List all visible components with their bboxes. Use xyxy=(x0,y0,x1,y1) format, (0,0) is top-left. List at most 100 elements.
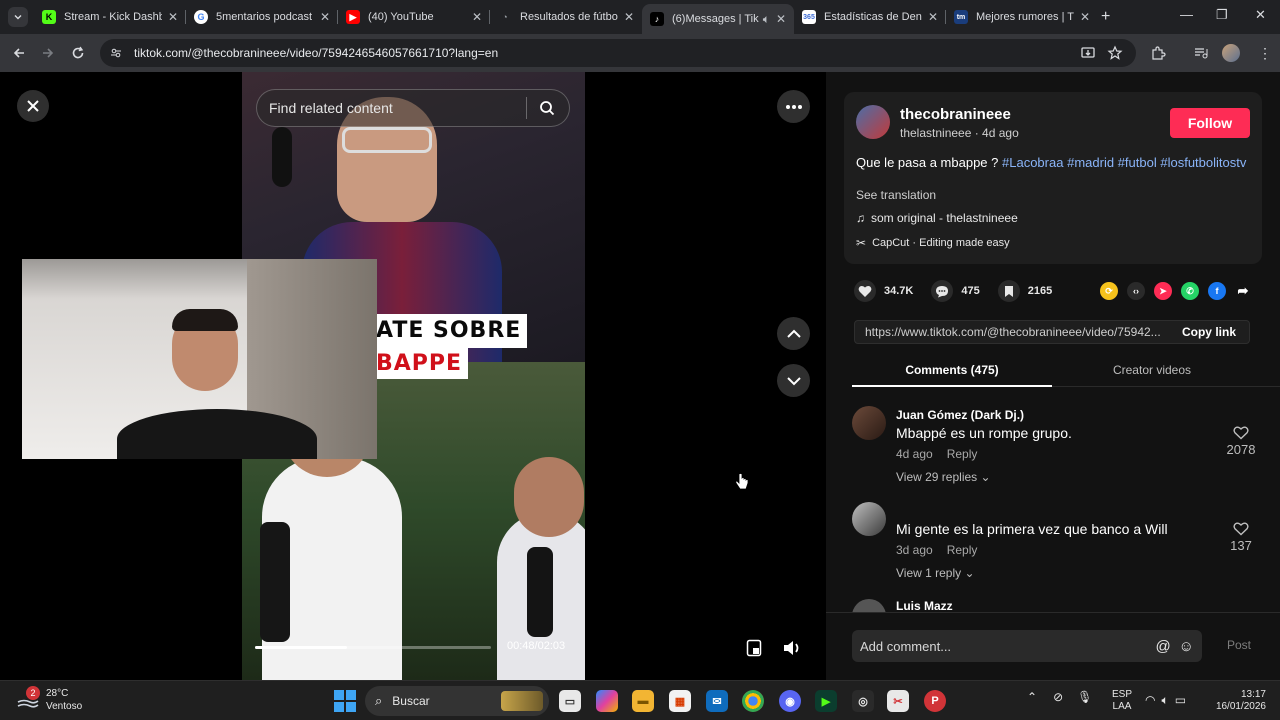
close-tab-icon[interactable]: ✕ xyxy=(168,10,178,24)
mail-icon[interactable]: ✉ xyxy=(706,690,728,712)
omnibox[interactable]: tiktok.com/@thecobranineee/video/7594246… xyxy=(100,39,1136,67)
more-options-button[interactable] xyxy=(777,90,810,123)
commenter-avatar[interactable] xyxy=(852,406,886,440)
back-button[interactable] xyxy=(10,44,28,62)
microphone-icon[interactable]: 🎙︎ xyxy=(1077,690,1092,704)
file-explorer-icon[interactable]: ▬ xyxy=(632,690,654,712)
comment-input[interactable]: Add comment... @ ☺ xyxy=(852,630,1202,662)
new-tab-button[interactable]: + xyxy=(1101,8,1110,26)
snipping-icon[interactable]: ✂ xyxy=(887,690,909,712)
floating-player-button[interactable] xyxy=(742,636,766,660)
tab-creator-videos[interactable]: Creator videos xyxy=(1052,363,1252,377)
browser-tab[interactable]: tm Mejores rumores | Tr ✕ xyxy=(946,4,1098,30)
view-replies-button[interactable]: View 1 reply ⌄ xyxy=(896,566,975,580)
volume-button[interactable] xyxy=(780,636,804,660)
author-username[interactable]: thecobranineee xyxy=(900,106,1011,123)
minimize-button[interactable]: — xyxy=(1180,7,1193,22)
media-control-icon[interactable] xyxy=(1193,45,1209,61)
language-indicator[interactable]: ESP LAA xyxy=(1112,689,1132,713)
bookmark-star-icon[interactable] xyxy=(1107,45,1123,61)
like-button[interactable]: 34.7K xyxy=(854,280,913,302)
comment-button[interactable]: 475 xyxy=(931,280,980,302)
previous-video-button[interactable] xyxy=(777,317,810,350)
whatsapp-icon[interactable]: ✆ xyxy=(1181,282,1199,300)
search-icon[interactable] xyxy=(539,100,555,116)
commenter-avatar[interactable] xyxy=(852,599,886,612)
browser-tab[interactable]: ◔ Resultados de fútbol ✕ xyxy=(490,4,642,30)
copy-link-button[interactable]: Copy link xyxy=(1169,321,1249,343)
browser-tab[interactable]: K Stream - Kick Dashbo ✕ xyxy=(34,4,186,30)
author-avatar[interactable] xyxy=(856,105,890,139)
tab-search-button[interactable] xyxy=(8,7,28,27)
chrome-menu-icon[interactable]: ⋮ xyxy=(1257,45,1273,61)
extensions-icon[interactable] xyxy=(1150,45,1166,61)
capcut-link[interactable]: ✂ CapCut · Editing made easy xyxy=(856,236,1010,250)
view-replies-label[interactable]: View 1 reply xyxy=(896,566,961,580)
taskbar-search[interactable]: ⌕ Buscar xyxy=(365,686,549,716)
repost-icon[interactable]: ⟳ xyxy=(1100,282,1118,300)
hashtag-link[interactable]: #Lacobraa xyxy=(1002,155,1063,170)
browser-tab[interactable]: 365 Estadísticas de Deni ✕ xyxy=(794,4,946,30)
reply-button[interactable]: Reply xyxy=(947,447,978,461)
reply-button[interactable]: Reply xyxy=(947,543,978,557)
quick-settings[interactable]: ◠ 🔈︎ ▭ xyxy=(1145,693,1186,708)
browser-tab[interactable]: G 5mentarios podcast ✕ xyxy=(186,4,338,30)
close-tab-icon[interactable]: ✕ xyxy=(472,10,482,24)
embed-icon[interactable]: ‹› xyxy=(1127,282,1145,300)
video-progress-bar[interactable] xyxy=(255,646,491,649)
browser-tab[interactable]: ▶ (40) YouTube ✕ xyxy=(338,4,490,30)
see-translation-link[interactable]: See translation xyxy=(856,188,936,202)
comment-placeholder[interactable]: Add comment... xyxy=(860,639,1155,654)
hashtag-link[interactable]: #losfutbolitostv xyxy=(1160,155,1246,170)
sound-link[interactable]: ♫ som original - thelastnineee xyxy=(856,211,1018,225)
url-text[interactable]: tiktok.com/@thecobranineee/video/7594246… xyxy=(134,46,498,60)
commenter-username[interactable]: Luis Mazz xyxy=(896,599,953,612)
network-off-icon[interactable]: ⊘ xyxy=(1053,690,1063,704)
maximize-button[interactable]: ❐ xyxy=(1216,7,1228,23)
copilot-icon[interactable] xyxy=(596,690,618,712)
close-tab-icon[interactable]: ✕ xyxy=(1080,10,1090,24)
discord-icon[interactable]: ◉ xyxy=(779,690,801,712)
search-placeholder[interactable]: Find related content xyxy=(269,100,526,116)
microsoft-store-icon[interactable]: ▦ xyxy=(669,690,691,712)
close-window-button[interactable]: ✕ xyxy=(1255,7,1266,23)
commenter-username[interactable]: Juan Gómez (Dark Dj.) xyxy=(896,408,1024,422)
weather-widget[interactable]: 2 28°C Ventoso xyxy=(16,686,82,713)
save-button[interactable]: 2165 xyxy=(997,280,1052,302)
capcut-label[interactable]: CapCut · Editing made easy xyxy=(872,237,1010,249)
start-button[interactable] xyxy=(334,690,356,712)
find-related-search[interactable]: Find related content xyxy=(256,89,570,127)
taskbar-search-label[interactable]: Buscar xyxy=(392,694,429,708)
video-player-area[interactable]: ATE SOBRE BAPPE Find related content 00:… xyxy=(0,72,826,680)
app-red-icon[interactable]: P xyxy=(924,690,946,712)
hashtag-link[interactable]: #madrid xyxy=(1067,155,1114,170)
mention-icon[interactable]: @ xyxy=(1155,638,1170,655)
task-view-icon[interactable]: ▭ xyxy=(559,690,581,712)
share-arrow-icon[interactable]: ➦ xyxy=(1234,282,1252,300)
next-video-button[interactable] xyxy=(777,364,810,397)
chrome-taskbar-icon[interactable] xyxy=(742,690,764,712)
obs-icon[interactable]: ◎ xyxy=(852,690,874,712)
speaker-icon[interactable]: 🔈︎ xyxy=(763,12,770,27)
reload-button[interactable] xyxy=(69,44,87,62)
emoji-icon[interactable]: ☺ xyxy=(1179,638,1194,655)
kick-taskbar-icon[interactable]: ▶ xyxy=(815,690,837,712)
tab-comments[interactable]: Comments (475) xyxy=(852,363,1052,377)
comment-like-button[interactable]: 137 xyxy=(1224,522,1258,553)
commenter-avatar[interactable] xyxy=(852,502,886,536)
view-replies-button[interactable]: View 29 replies ⌄ xyxy=(896,470,991,484)
view-replies-label[interactable]: View 29 replies xyxy=(896,470,977,484)
comment-like-button[interactable]: 2078 xyxy=(1224,426,1258,457)
install-app-icon[interactable] xyxy=(1080,45,1096,61)
hashtag-link[interactable]: #futbol xyxy=(1118,155,1157,170)
sound-name[interactable]: som original - thelastnineee xyxy=(871,211,1018,225)
close-tab-icon[interactable]: ✕ xyxy=(928,10,938,24)
profile-avatar[interactable] xyxy=(1222,44,1240,62)
site-info-icon[interactable] xyxy=(110,47,122,59)
close-tab-icon[interactable]: ✕ xyxy=(624,10,634,24)
chevron-up-icon[interactable]: ⌃ xyxy=(1027,690,1037,704)
forward-button[interactable] xyxy=(39,44,57,62)
facebook-icon[interactable]: f xyxy=(1208,282,1226,300)
system-clock[interactable]: 13:17 16/01/2026 xyxy=(1210,689,1266,713)
close-video-button[interactable] xyxy=(17,90,49,122)
